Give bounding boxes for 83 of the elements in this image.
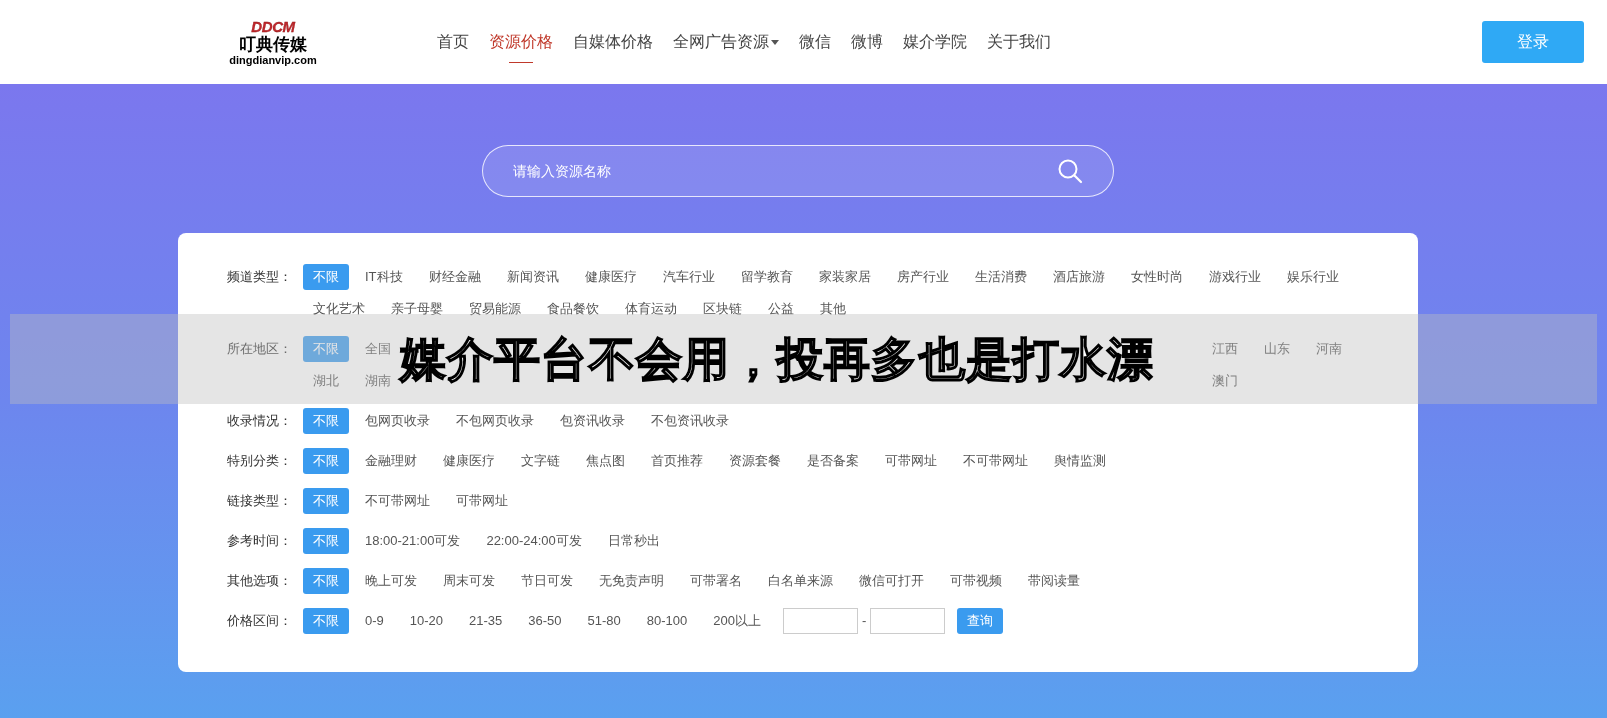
min-price-field[interactable] xyxy=(783,608,858,634)
nav-link[interactable]: 微信 xyxy=(799,22,831,62)
filter-option[interactable]: 金融理财 xyxy=(355,448,427,474)
filter-option[interactable]: 房产行业 xyxy=(886,264,959,290)
logo-name: 叮典传媒 xyxy=(239,35,307,53)
filter-label: 其他选项： xyxy=(227,572,293,590)
filter-option[interactable]: 留学教育 xyxy=(730,264,803,290)
filter-option[interactable]: 36-50 xyxy=(518,608,572,634)
filter-option[interactable]: 健康医疗 xyxy=(574,264,647,290)
filter-option[interactable]: 晚上可发 xyxy=(355,568,427,594)
filter-option[interactable]: 文字链 xyxy=(511,448,570,474)
range-separator: - xyxy=(862,612,867,631)
filter-option[interactable]: 酒店旅游 xyxy=(1042,264,1115,290)
filter-option[interactable]: 白名单来源 xyxy=(758,568,843,594)
filter-option[interactable]: 22:00-24:00可发 xyxy=(476,528,592,554)
logo-domain: dingdianvip.com xyxy=(229,54,317,66)
filter-option[interactable]: 文化艺术 xyxy=(303,296,375,322)
filter-option[interactable]: 无免责声明 xyxy=(589,568,674,594)
filter-option[interactable]: 食品餐饮 xyxy=(537,296,609,322)
filter-option[interactable]: 不可带网址 xyxy=(953,448,1038,474)
filter-label: 所在地区： xyxy=(227,340,293,358)
filter-option[interactable]: 可带视频 xyxy=(940,568,1012,594)
filter-option[interactable]: 舆情监测 xyxy=(1044,448,1116,474)
filter-label: 链接类型： xyxy=(227,492,293,510)
filter-option[interactable]: 80-100 xyxy=(636,608,698,634)
filter-option[interactable]: 体育运动 xyxy=(615,296,687,322)
max-price-field[interactable] xyxy=(870,608,946,634)
filter-option[interactable]: 其他 xyxy=(810,296,856,322)
filter-label: 特别分类： xyxy=(227,452,293,470)
filter-option[interactable]: 可带网址 xyxy=(875,448,947,474)
nav-link[interactable]: 自媒体价格 xyxy=(573,22,653,62)
filter-option[interactable]: 资源套餐 xyxy=(719,448,791,474)
search-bar[interactable]: 请输入资源名称 xyxy=(482,145,1114,197)
logo[interactable]: DDCM 叮典传媒 dingdianvip.com xyxy=(215,18,331,66)
filter-option[interactable]: 娱乐行业 xyxy=(1276,264,1349,290)
filter-option[interactable]: 微信可打开 xyxy=(849,568,934,594)
logo-mark: DDCM xyxy=(251,18,295,34)
filter-option[interactable]: 财经金融 xyxy=(418,264,491,290)
filter-option[interactable]: 女性时尚 xyxy=(1120,264,1193,290)
filter-option[interactable]: 0-9 xyxy=(355,608,394,634)
filter-option[interactable]: 健康医疗 xyxy=(433,448,505,474)
search-icon[interactable] xyxy=(1057,158,1083,184)
filter-option[interactable]: 周末可发 xyxy=(433,568,505,594)
filter-label: 价格区间： xyxy=(227,612,293,630)
filter-option[interactable]: 区块链 xyxy=(693,296,752,322)
filter-option[interactable]: 首页推荐 xyxy=(641,448,713,474)
filter-option[interactable]: 焦点图 xyxy=(576,448,635,474)
nav-link[interactable]: 媒介学院 xyxy=(903,22,967,62)
filter-option[interactable]: 亲子母婴 xyxy=(381,296,453,322)
filter-label: 频道类型： xyxy=(227,268,293,286)
filter-option[interactable]: 51-80 xyxy=(577,608,631,634)
nav-link[interactable]: 首页 xyxy=(437,22,469,62)
filter-option[interactable]: 新闻资讯 xyxy=(496,264,569,290)
filter-option[interactable]: 21-35 xyxy=(459,608,513,634)
caption-text: 媒介平台不会用，投再多也是打水漂 xyxy=(400,332,1155,387)
filter-option[interactable]: 10-20 xyxy=(399,608,454,634)
filter-option[interactable]: 汽车行业 xyxy=(652,264,725,290)
filter-option[interactable]: 不包资讯收录 xyxy=(641,408,739,434)
filter-label: 参考时间： xyxy=(227,532,293,550)
filter-option[interactable]: 带阅读量 xyxy=(1018,568,1090,594)
filter-option[interactable]: 游戏行业 xyxy=(1198,264,1271,290)
filter-option[interactable]: 18:00-21:00可发 xyxy=(355,528,471,554)
search-field[interactable]: 请输入资源名称 xyxy=(513,160,1057,182)
filter-option[interactable]: 家装家居 xyxy=(808,264,881,290)
filter-option[interactable]: 可带署名 xyxy=(680,568,752,594)
filter-option[interactable]: 贸易能源 xyxy=(459,296,531,322)
filter-label: 收录情况： xyxy=(227,412,293,430)
filter-option[interactable]: 不包网页收录 xyxy=(446,408,544,434)
filter-option[interactable]: 不可带网址 xyxy=(355,488,440,514)
nav-link[interactable]: 关于我们 xyxy=(987,22,1051,62)
nav-link[interactable]: 全网广告资源 xyxy=(673,22,779,62)
filter-option[interactable]: 是否备案 xyxy=(797,448,869,474)
filter-option[interactable]: IT科技 xyxy=(355,264,413,290)
filter-option[interactable]: 生活消费 xyxy=(964,264,1037,290)
filter-option[interactable]: 节日可发 xyxy=(511,568,583,594)
filter-option[interactable]: 可带网址 xyxy=(446,488,518,514)
filter-option[interactable]: 包资讯收录 xyxy=(550,408,635,434)
nav-link[interactable]: 微博 xyxy=(851,22,883,62)
filter-option[interactable]: 公益 xyxy=(758,296,804,322)
filter-option[interactable]: 包网页收录 xyxy=(355,408,440,434)
filter-option[interactable]: 日常秒出 xyxy=(597,528,670,554)
filter-option[interactable]: 200以上 xyxy=(703,608,771,634)
nav-link[interactable]: 资源价格 xyxy=(489,22,553,62)
